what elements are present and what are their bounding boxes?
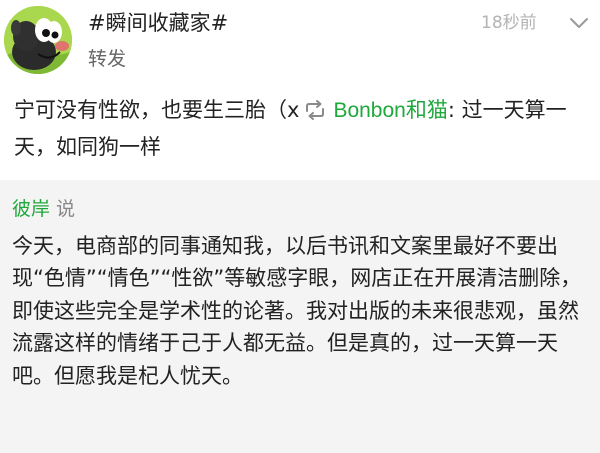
- original-user-link[interactable]: Bonbon和猫: [333, 99, 447, 122]
- more-options-button[interactable]: [566, 12, 592, 34]
- quoted-post-card[interactable]: 彼岸说 今天，电商部的同事通知我，以后书讯和文案里最好不要出现“色情”“情色”“…: [0, 180, 600, 453]
- repost-content: 宁可没有性欲，也要生三胎（x Bonbon和猫: 过一天算一天，如同狗一样: [14, 92, 596, 165]
- repost-icon: [303, 95, 327, 120]
- post-header: #瞬间收藏家# 转发 18秒前: [0, 0, 600, 84]
- quote-said-label: 说: [56, 198, 76, 220]
- avatar[interactable]: [4, 6, 72, 74]
- post-type-label: 转发: [88, 48, 127, 70]
- chevron-down-icon: [570, 18, 588, 28]
- quote-author-link[interactable]: 彼岸: [12, 198, 50, 220]
- author-name[interactable]: #瞬间收藏家#: [88, 10, 228, 36]
- repost-comment: 宁可没有性欲，也要生三胎（x: [14, 98, 300, 122]
- cartoon-mole-avatar-icon: [4, 6, 72, 74]
- post-timestamp: 18秒前: [481, 13, 537, 33]
- quote-author-line: 彼岸说: [12, 197, 75, 221]
- quote-body-text: 今天，电商部的同事通知我，以后书讯和文案里最好不要出现“色情”“情色”“性欲”等…: [12, 234, 582, 388]
